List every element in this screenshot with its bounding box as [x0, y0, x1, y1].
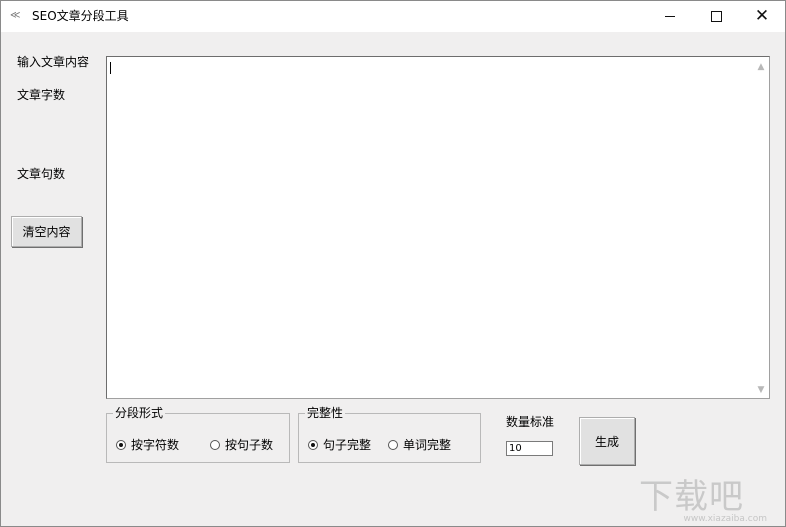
- word-count-label: 文章字数: [17, 88, 66, 102]
- radio-word-complete[interactable]: 单词完整: [388, 436, 451, 453]
- radio-unselected-icon[interactable]: [388, 439, 398, 450]
- title-bar[interactable]: ≪ SEO文章分段工具 ✕: [1, 1, 785, 32]
- close-icon: ✕: [754, 6, 770, 26]
- minimize-button[interactable]: [647, 1, 693, 32]
- radio-label: 按字符数: [131, 438, 180, 452]
- maximize-icon: [710, 11, 722, 22]
- clear-content-button[interactable]: 清空内容: [11, 216, 82, 247]
- text-caret: [110, 62, 111, 74]
- main-window: ≪ SEO文章分段工具 ✕ 输入文章内容 文章字数 文章句数 清空内容 ▲ ▼ …: [0, 0, 786, 527]
- generate-button[interactable]: 生成: [579, 417, 635, 465]
- radio-by-sentence-count[interactable]: 按句子数: [210, 436, 273, 453]
- segment-mode-title: 分段形式: [113, 406, 166, 420]
- watermark-site: www.xiazaiba.com: [683, 514, 767, 524]
- integrity-title: 完整性: [305, 406, 346, 420]
- window-title: SEO文章分段工具: [32, 9, 129, 23]
- radio-selected-icon[interactable]: [116, 439, 126, 450]
- integrity-group: 完整性 句子完整 单词完整: [298, 406, 481, 463]
- radio-unselected-icon[interactable]: [210, 439, 220, 450]
- quantity-input[interactable]: 10: [506, 441, 553, 456]
- segment-mode-group: 分段形式 按字符数 按句子数: [106, 406, 290, 463]
- quantity-standard-label: 数量标准: [506, 415, 555, 429]
- radio-selected-icon[interactable]: [308, 439, 318, 450]
- maximize-button[interactable]: [693, 1, 739, 32]
- radio-sentence-complete[interactable]: 句子完整: [308, 436, 371, 453]
- radio-by-character-count[interactable]: 按字符数: [116, 436, 179, 453]
- radio-label: 单词完整: [403, 438, 452, 452]
- app-icon: ≪: [10, 10, 21, 21]
- radio-label: 句子完整: [323, 438, 372, 452]
- input-content-label: 输入文章内容: [17, 55, 90, 69]
- scroll-up-icon[interactable]: ▲: [755, 61, 767, 73]
- radio-label: 按句子数: [225, 438, 274, 452]
- minimize-icon: [665, 16, 675, 17]
- scroll-down-icon[interactable]: ▼: [755, 384, 767, 396]
- close-button[interactable]: ✕: [739, 1, 785, 32]
- article-content-textarea[interactable]: ▲ ▼: [106, 56, 770, 399]
- sentence-count-label: 文章句数: [17, 167, 66, 181]
